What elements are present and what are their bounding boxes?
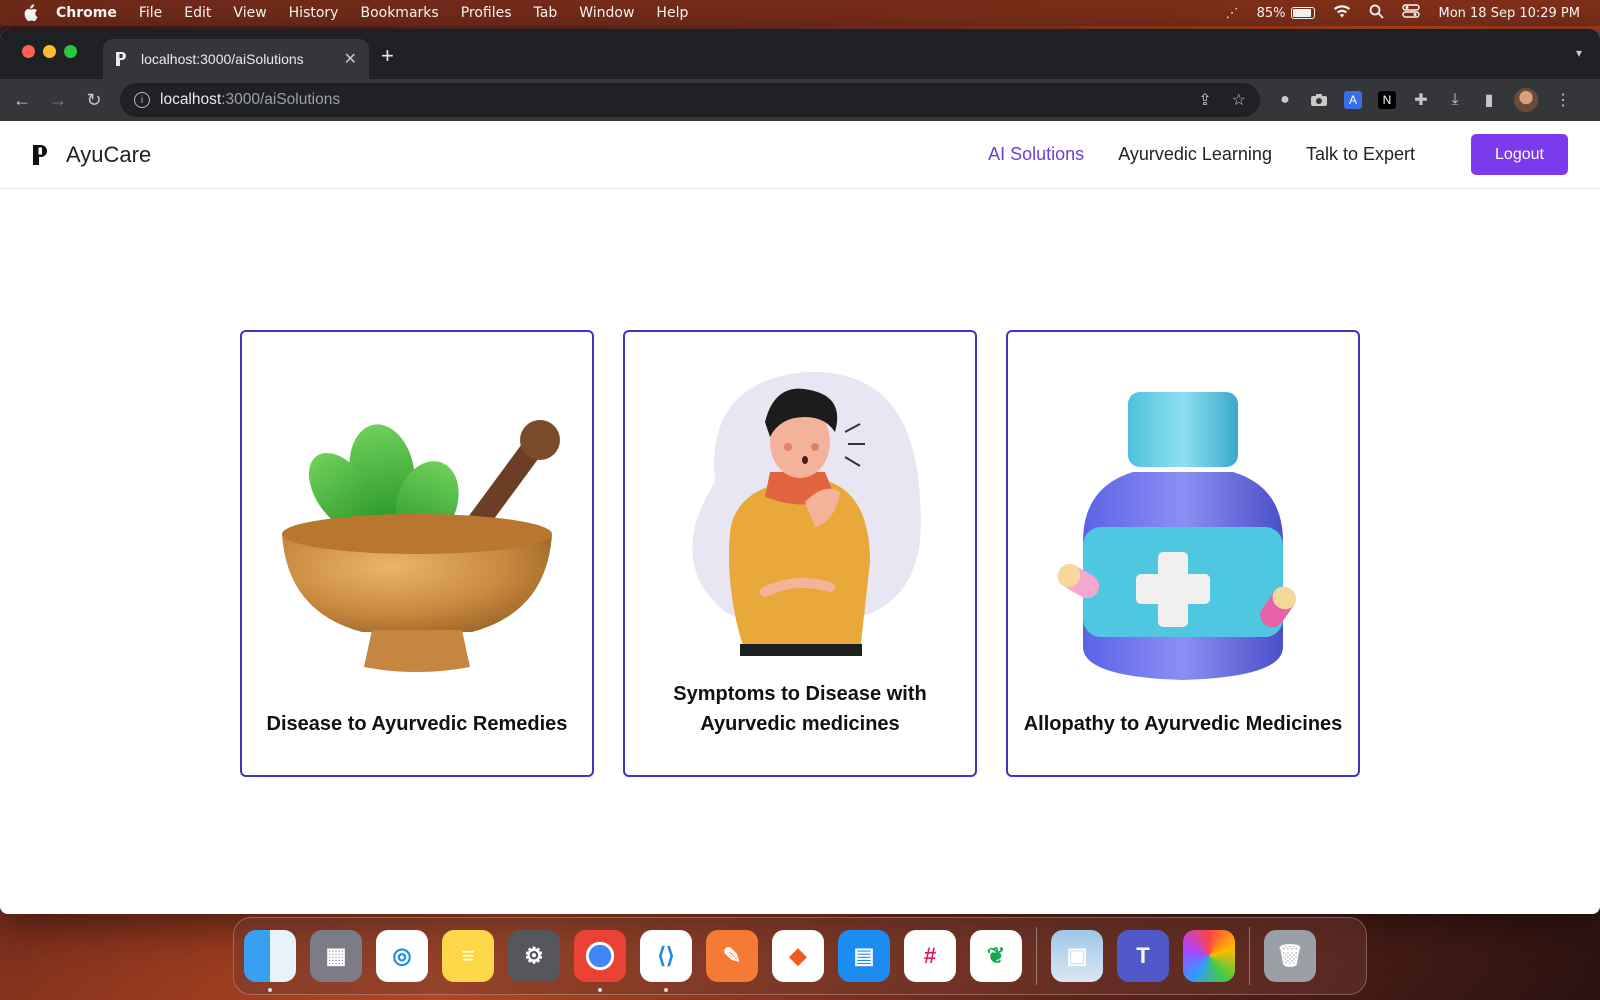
menu-app-name[interactable]: Chrome [56,5,117,21]
launchpad-icon[interactable]: ▦ [310,930,362,982]
web-page: AyuCare AI Solutions Ayurvedic Learning … [0,121,1600,914]
slack-icon[interactable]: # [904,930,956,982]
back-arrow-icon[interactable]: ← [12,90,32,111]
activity-icon[interactable]: ⋰ [1226,6,1239,21]
window-controls [22,45,77,58]
menu-help[interactable]: Help [656,5,688,21]
battery-percent: 85% [1256,5,1286,21]
browser-toolbar: ← → ↻ i localhost:3000/aiSolutions ⇪ ☆ ●… [0,79,1600,121]
chrome-icon[interactable] [574,930,626,992]
tab-close-icon[interactable]: ✕ [344,49,357,69]
menubar-clock[interactable]: Mon 18 Sep 10:29 PM [1438,6,1580,21]
wifi-icon[interactable] [1333,4,1351,22]
solution-cards: Disease to Ayurvedic Remedies Symptoms t… [240,330,1360,777]
ayucare-logo-icon [32,143,50,167]
side-panel-icon[interactable]: ▮ [1480,91,1498,109]
forward-arrow-icon[interactable]: → [48,90,68,111]
url-host: localhost [160,91,222,108]
battery-status[interactable]: 85% [1257,6,1316,21]
menu-profiles[interactable]: Profiles [461,5,512,21]
postman-icon[interactable]: ✎ [706,930,758,982]
tab-title: localhost:3000/aiSolutions [141,51,304,67]
dock-separator [1036,927,1037,985]
address-bar[interactable]: i localhost:3000/aiSolutions ⇪ ☆ [120,83,1260,117]
menu-view[interactable]: View [233,5,266,21]
translate-extension-icon[interactable]: A [1344,91,1362,109]
card-caption: Symptoms to Disease with Ayurvedic medic… [673,683,927,735]
brave-icon[interactable]: ◆ [772,930,824,982]
extension-dot-icon[interactable]: ● [1276,91,1294,109]
apple-icon[interactable] [22,4,40,22]
puzzle-extensions-icon[interactable]: ✚ [1412,91,1430,109]
menu-file[interactable]: File [139,5,162,21]
tab-search-chevron-icon[interactable]: ▾ [1576,46,1582,60]
card-caption: Disease to Ayurvedic Remedies [266,713,568,735]
zoom-window-button[interactable] [64,45,77,58]
safari-icon[interactable]: ◎ [376,930,428,982]
nav-ayurvedic-learning[interactable]: Ayurvedic Learning [1118,144,1272,165]
system-settings-icon[interactable]: ⚙ [508,930,560,982]
notes-icon[interactable]: ≡ [442,930,494,982]
site-info-icon[interactable]: i [134,92,150,108]
camera-extension-icon[interactable] [1310,91,1328,109]
photos-icon[interactable] [1183,930,1235,982]
dock-separator [1249,927,1250,985]
nav-talk-to-expert[interactable]: Talk to Expert [1306,144,1415,165]
macos-menubar: Chrome File Edit View History Bookmarks … [0,0,1600,26]
macos-dock: ▦ ◎ ≡ ⚙ ⟨⟩ ✎ ◆ ▤ # ❦ ▣ T 🗑 [233,917,1367,995]
coughing-person-icon [692,371,921,656]
extensions-area: ● A N ✚ ⤓ ▮ ⋮ [1276,88,1572,112]
teams-icon[interactable]: T [1117,930,1169,982]
reload-icon[interactable]: ↻ [84,90,104,111]
spotlight-search-icon[interactable] [1369,4,1385,23]
control-center-icon[interactable] [1402,4,1421,22]
battery-icon [1291,7,1316,19]
brand[interactable]: AyuCare [32,142,151,168]
new-tab-icon[interactable]: + [381,43,394,69]
card-disease-to-remedies[interactable]: Disease to Ayurvedic Remedies [240,330,594,777]
tab-active[interactable]: localhost:3000/aiSolutions ✕ [103,39,369,79]
menu-bookmarks[interactable]: Bookmarks [360,5,438,21]
mortar-pestle-herbs-icon [282,420,560,672]
minimize-window-button[interactable] [43,45,56,58]
close-window-button[interactable] [22,45,35,58]
medicine-bottle-icon [1057,392,1296,680]
card-symptoms-to-disease[interactable]: Symptoms to Disease with Ayurvedic medic… [623,330,977,777]
finder-icon[interactable] [244,930,296,992]
download-icon[interactable]: ⤓ [1446,91,1464,109]
bookmark-star-icon[interactable]: ☆ [1232,90,1246,110]
main-nav: AI Solutions Ayurvedic Learning Talk to … [988,134,1568,175]
docker-icon[interactable]: ▤ [838,930,890,982]
ayucare-favicon-icon [115,51,129,67]
preview-icon[interactable]: ▣ [1051,930,1103,982]
logout-button[interactable]: Logout [1471,134,1568,175]
profile-avatar[interactable] [1514,88,1538,112]
share-icon[interactable]: ⇪ [1198,90,1211,110]
app-header: AyuCare AI Solutions Ayurvedic Learning … [0,121,1600,189]
more-menu-icon[interactable]: ⋮ [1554,91,1572,109]
mongodb-compass-icon[interactable]: ❦ [970,930,1022,982]
menu-window[interactable]: Window [579,5,634,21]
tab-strip: localhost:3000/aiSolutions ✕ + ▾ [0,29,1600,79]
vscode-icon[interactable]: ⟨⟩ [640,930,692,992]
trash-icon[interactable]: 🗑 [1264,930,1316,982]
browser-window: localhost:3000/aiSolutions ✕ + ▾ ← → ↻ i… [0,29,1600,914]
url-path: :3000/aiSolutions [221,91,341,108]
brand-name: AyuCare [66,141,152,167]
menu-tab[interactable]: Tab [534,5,558,21]
nav-ai-solutions[interactable]: AI Solutions [988,144,1084,165]
card-allopathy-to-ayurvedic[interactable]: Allopathy to Ayurvedic Medicines [1006,330,1360,777]
notion-extension-icon[interactable]: N [1378,91,1396,109]
menu-history[interactable]: History [289,5,339,21]
card-caption: Allopathy to Ayurvedic Medicines [1023,713,1343,735]
menu-edit[interactable]: Edit [184,5,211,21]
